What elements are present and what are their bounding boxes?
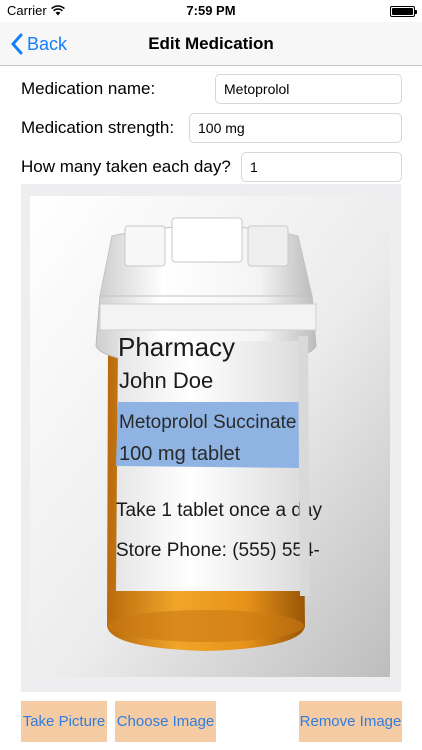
- page-title: Edit Medication: [148, 34, 274, 53]
- medication-photo: Pharmacy John Doe Metoprolol Succinate 1…: [30, 196, 390, 677]
- status-bar: Carrier 7:59 PM: [0, 0, 422, 22]
- take-picture-button[interactable]: Take Picture: [21, 701, 107, 742]
- medication-name-input[interactable]: [215, 74, 402, 104]
- medication-strength-label: Medication strength:: [21, 118, 175, 137]
- photo-drug-line1-text: Metoprolol Succinate: [119, 412, 296, 433]
- daily-count-label: How many taken each day?: [21, 157, 231, 176]
- remove-image-button[interactable]: Remove Image: [299, 701, 402, 742]
- photo-phone-text: Store Phone: (555) 554-: [116, 540, 320, 561]
- medication-image-panel: Pharmacy John Doe Metoprolol Succinate 1…: [21, 184, 401, 692]
- status-time: 7:59 PM: [186, 3, 236, 18]
- medication-name-row: Medication name:: [0, 72, 422, 106]
- photo-pharmacy-text: Pharmacy: [118, 332, 235, 362]
- navigation-bar: Back Edit Medication: [0, 22, 422, 66]
- medication-strength-row: Medication strength:: [0, 111, 422, 145]
- choose-image-button[interactable]: Choose Image: [115, 701, 216, 742]
- photo-directions-text: Take 1 tablet once a day: [116, 500, 322, 521]
- medication-name-label: Medication name:: [21, 79, 156, 98]
- photo-drug-line2-text: 100 mg tablet: [119, 443, 241, 465]
- battery-icon: [390, 6, 417, 17]
- daily-count-row: How many taken each day?: [0, 150, 422, 184]
- daily-count-input[interactable]: [241, 152, 402, 182]
- medication-strength-input[interactable]: [189, 113, 402, 143]
- photo-patient-text: John Doe: [119, 368, 213, 393]
